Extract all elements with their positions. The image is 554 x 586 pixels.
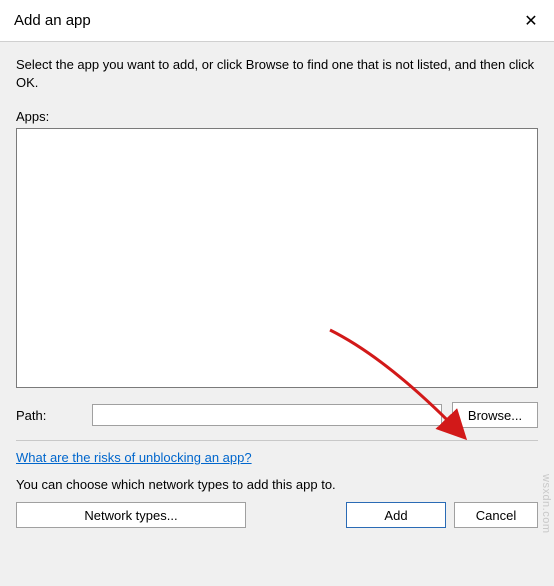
- path-input[interactable]: [92, 404, 442, 426]
- apps-label: Apps:: [16, 109, 538, 124]
- network-desc: You can choose which network types to ad…: [16, 477, 538, 492]
- browse-button[interactable]: Browse...: [452, 402, 538, 428]
- apps-listbox[interactable]: [16, 128, 538, 388]
- separator: [16, 440, 538, 441]
- titlebar: Add an app ✕: [0, 0, 554, 42]
- add-button[interactable]: Add: [346, 502, 446, 528]
- cancel-button[interactable]: Cancel: [454, 502, 538, 528]
- close-icon: ✕: [524, 11, 537, 31]
- network-types-button[interactable]: Network types...: [16, 502, 246, 528]
- description-text: Select the app you want to add, or click…: [16, 56, 538, 91]
- risks-link[interactable]: What are the risks of unblocking an app?: [16, 450, 252, 465]
- content-area: Select the app you want to add, or click…: [0, 42, 554, 540]
- path-label: Path:: [16, 408, 82, 423]
- window-title: Add an app: [14, 12, 91, 29]
- close-button[interactable]: ✕: [508, 0, 554, 42]
- path-row: Path: Browse...: [16, 402, 538, 428]
- button-row: Network types... Add Cancel: [16, 502, 538, 528]
